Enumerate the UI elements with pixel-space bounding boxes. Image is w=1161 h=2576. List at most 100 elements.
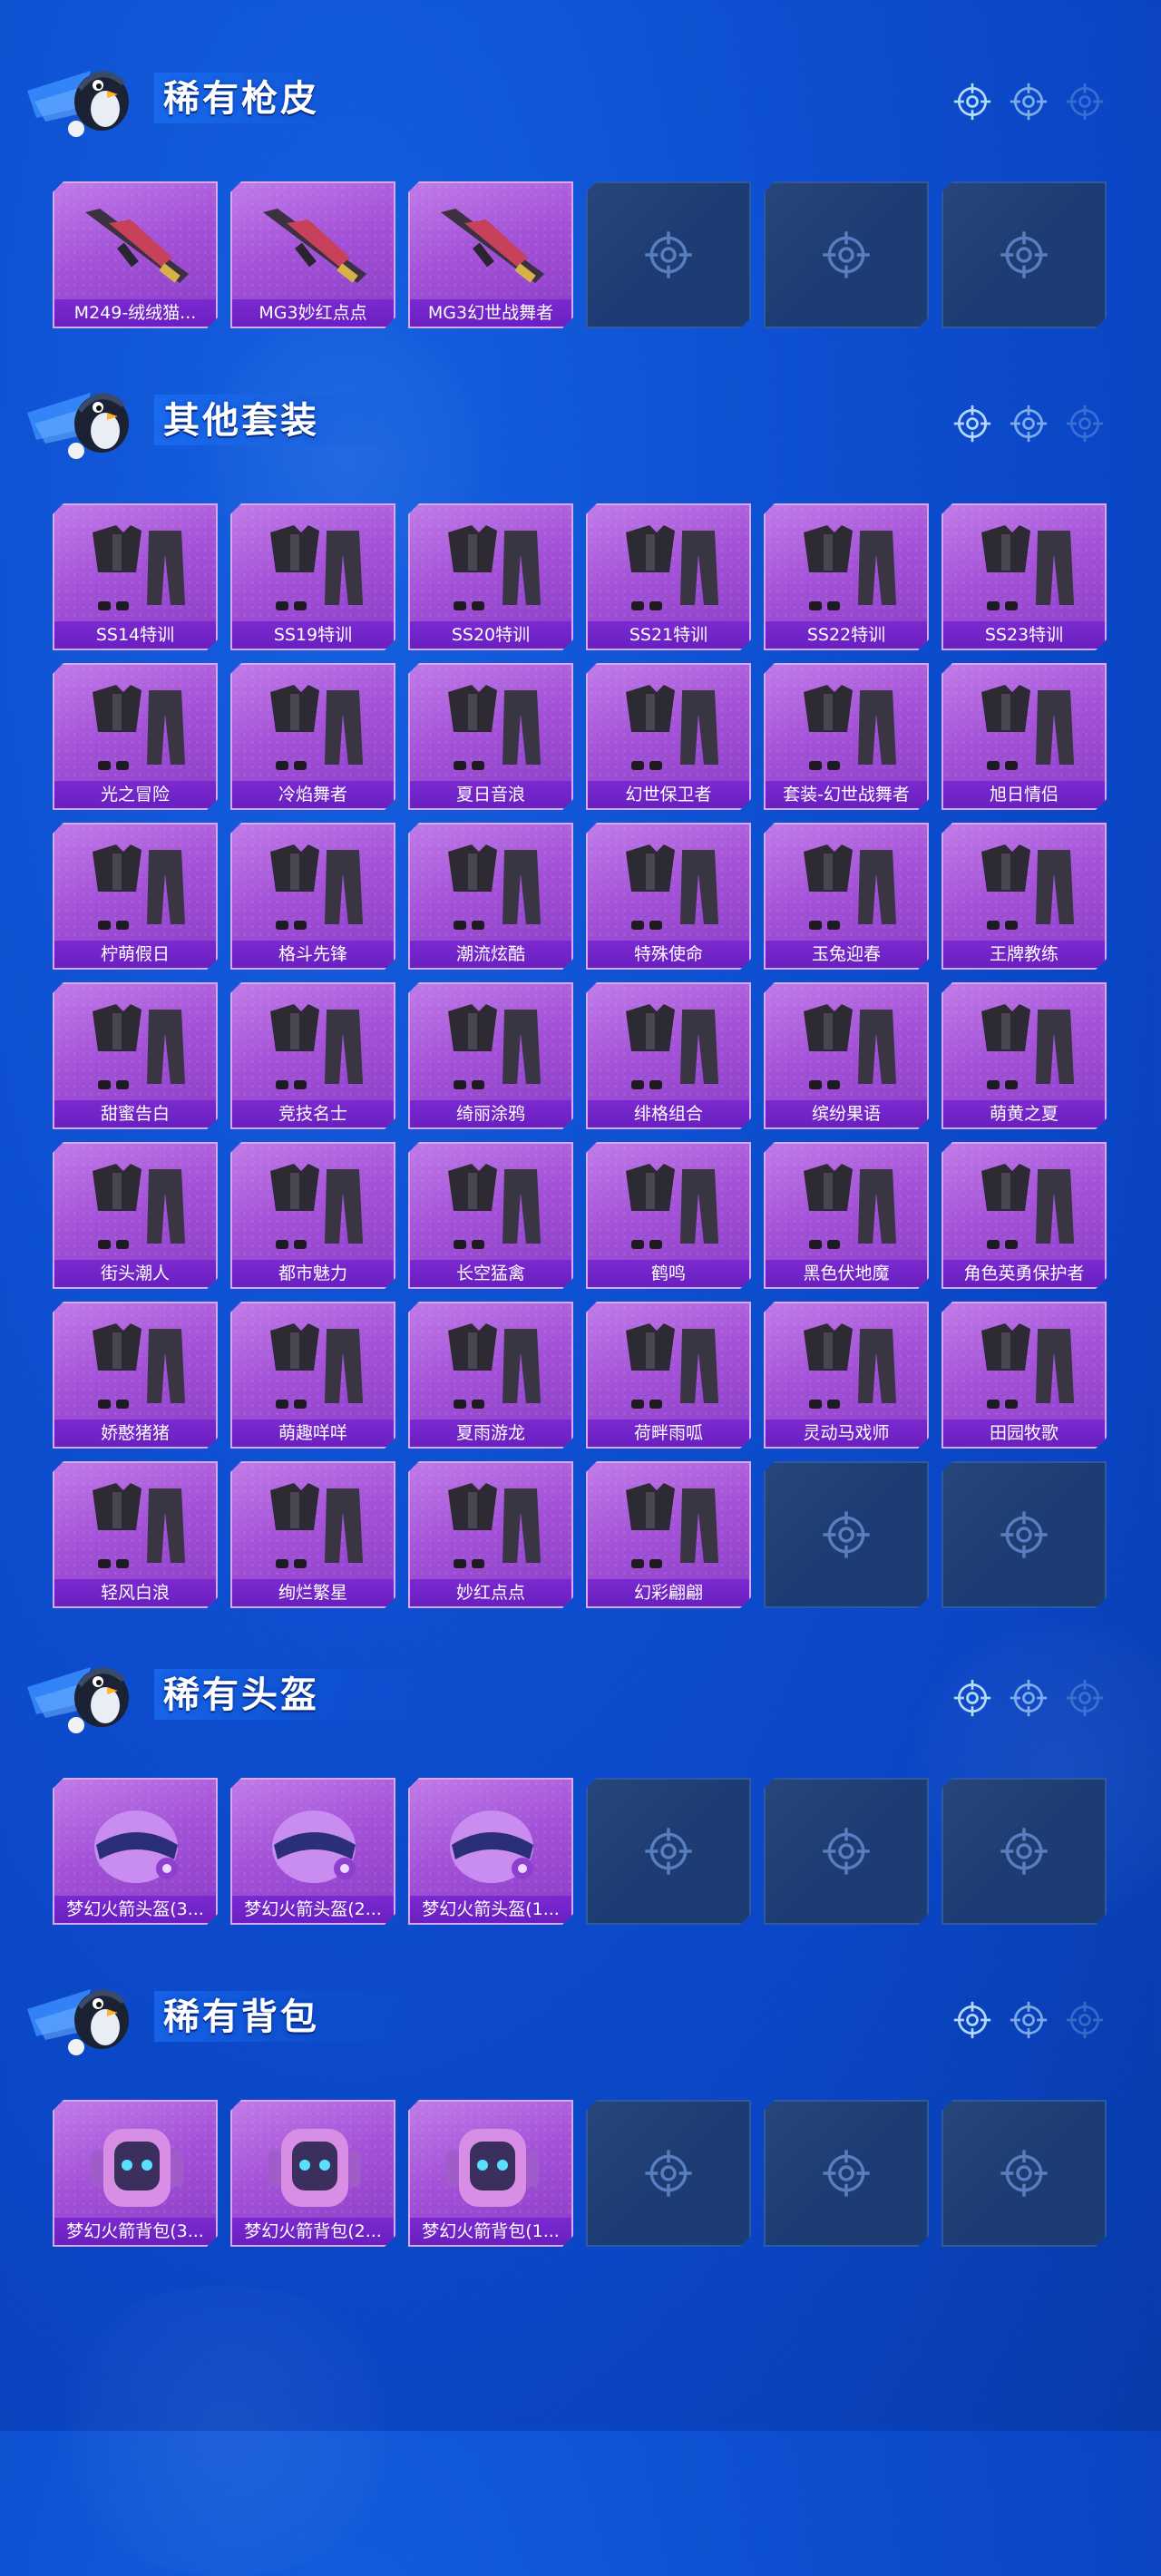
item-tile[interactable]: 绚烂繁星: [230, 1461, 395, 1608]
outfit-icon: [606, 837, 735, 939]
item-label: 梦幻火箭背包(1...: [410, 2218, 571, 2245]
item-label: 灵动马戏师: [766, 1420, 927, 1447]
empty-item-slot: [586, 2100, 751, 2247]
outfit-icon: [73, 1476, 201, 1577]
item-tile[interactable]: 都市魅力: [230, 1142, 395, 1289]
outfit-icon: [606, 518, 735, 620]
item-tile[interactable]: 梦幻火箭头盔(1...: [408, 1778, 573, 1925]
item-tile[interactable]: SS19特训: [230, 503, 395, 650]
outfit-icon: [428, 678, 557, 779]
item-tile[interactable]: 绮丽涂鸦: [408, 982, 573, 1129]
item-tile[interactable]: 梦幻火箭背包(3...: [53, 2100, 218, 2247]
item-tile[interactable]: 角色英勇保护者: [941, 1142, 1107, 1289]
item-label: 娇憨猪猪: [54, 1420, 216, 1447]
item-label: 妙红点点: [410, 1579, 571, 1606]
outfit-icon: [606, 1316, 735, 1418]
item-tile[interactable]: 旭日情侣: [941, 663, 1107, 810]
outfit-icon: [784, 997, 912, 1098]
item-tile[interactable]: 潮流炫酷: [408, 823, 573, 970]
item-tile[interactable]: 鹤鸣: [586, 1142, 751, 1289]
penguin-mascot-icon: [27, 71, 129, 137]
item-tile[interactable]: 幻世保卫者: [586, 663, 751, 810]
item-tile[interactable]: SS14特训: [53, 503, 218, 650]
item-tile[interactable]: MG3幻世战舞者: [408, 181, 573, 328]
item-tile[interactable]: SS21特训: [586, 503, 751, 650]
outfit-icon: [428, 1156, 557, 1258]
crosshair-icon: [1010, 2001, 1048, 2039]
item-tile[interactable]: 柠萌假日: [53, 823, 218, 970]
item-tile[interactable]: 梦幻火箭背包(2...: [230, 2100, 395, 2247]
backpack-icon: [73, 2114, 201, 2216]
item-tile[interactable]: 竞技名士: [230, 982, 395, 1129]
item-tile[interactable]: 荷畔雨呱: [586, 1302, 751, 1449]
empty-item-slot: [586, 181, 751, 328]
item-tile[interactable]: SS22特训: [764, 503, 929, 650]
item-tile[interactable]: 萌趣咩咩: [230, 1302, 395, 1449]
item-label: 玉兔迎春: [766, 941, 927, 968]
penguin-mascot-icon: [27, 1989, 129, 2055]
item-tile[interactable]: 夏日音浪: [408, 663, 573, 810]
item-tile[interactable]: 王牌教练: [941, 823, 1107, 970]
item-tile[interactable]: 梦幻火箭头盔(3...: [53, 1778, 218, 1925]
item-tile[interactable]: 长空猛禽: [408, 1142, 573, 1289]
helmet-icon: [73, 1792, 201, 1894]
item-tile[interactable]: 冷焰舞者: [230, 663, 395, 810]
item-label: 冷焰舞者: [232, 781, 394, 808]
section-title: 稀有背包: [163, 1996, 319, 2038]
crosshair-icon: [643, 2148, 694, 2199]
item-label: 都市魅力: [232, 1260, 394, 1287]
item-tile[interactable]: 特殊使命: [586, 823, 751, 970]
penguin-mascot-icon: [27, 1667, 129, 1733]
item-tile[interactable]: SS20特训: [408, 503, 573, 650]
item-tile[interactable]: 绯格组合: [586, 982, 751, 1129]
outfit-icon: [784, 1316, 912, 1418]
item-tile[interactable]: 灵动马戏师: [764, 1302, 929, 1449]
item-label: 黑色伏地魔: [766, 1260, 927, 1287]
item-tile[interactable]: SS23特训: [941, 503, 1107, 650]
item-tile[interactable]: 幻彩翩翩: [586, 1461, 751, 1608]
item-label: 幻彩翩翩: [588, 1579, 749, 1606]
outfit-icon: [606, 1156, 735, 1258]
item-tile[interactable]: 街头潮人: [53, 1142, 218, 1289]
crosshair-icon: [953, 2001, 991, 2039]
item-tile[interactable]: 轻风白浪: [53, 1461, 218, 1608]
item-label: M249-绒绒猫...: [54, 299, 216, 327]
item-tile[interactable]: 玉兔迎春: [764, 823, 929, 970]
outfit-icon: [606, 997, 735, 1098]
empty-item-slot: [941, 1461, 1107, 1608]
item-tile[interactable]: 缤纷果语: [764, 982, 929, 1129]
item-tile[interactable]: MG3妙红点点: [230, 181, 395, 328]
gun-skin-icon: [73, 196, 201, 298]
item-tile[interactable]: 光之冒险: [53, 663, 218, 810]
item-tile[interactable]: 妙红点点: [408, 1461, 573, 1608]
item-tile[interactable]: 萌黄之夏: [941, 982, 1107, 1129]
item-label: SS20特训: [410, 621, 571, 649]
item-label: 荷畔雨呱: [588, 1420, 749, 1447]
item-label: SS22特训: [766, 621, 927, 649]
item-tile[interactable]: 田园牧歌: [941, 1302, 1107, 1449]
item-tile[interactable]: 梦幻火箭背包(1...: [408, 2100, 573, 2247]
empty-item-slot: [764, 181, 929, 328]
section-header: 稀有背包: [27, 1964, 426, 2064]
item-tile[interactable]: 夏雨游龙: [408, 1302, 573, 1449]
empty-item-slot: [586, 1778, 751, 1925]
item-label: 缤纷果语: [766, 1100, 927, 1127]
outfit-icon: [73, 1156, 201, 1258]
item-tile[interactable]: 格斗先锋: [230, 823, 395, 970]
outfit-icon: [784, 678, 912, 779]
backpack-icon: [428, 2114, 557, 2216]
item-tile[interactable]: M249-绒绒猫...: [53, 181, 218, 328]
item-tile[interactable]: 套装-幻世战舞者: [764, 663, 929, 810]
item-tile[interactable]: 甜蜜告白: [53, 982, 218, 1129]
section-header: 稀有头盔: [27, 1642, 426, 1742]
crosshair-icon: [643, 229, 694, 280]
item-tile[interactable]: 娇憨猪猪: [53, 1302, 218, 1449]
empty-item-slot: [941, 1778, 1107, 1925]
crosshair-icon: [1066, 83, 1104, 121]
item-tile[interactable]: 黑色伏地魔: [764, 1142, 929, 1289]
item-tile[interactable]: 梦幻火箭头盔(2...: [230, 1778, 395, 1925]
outfit-icon: [961, 837, 1090, 939]
item-label: 光之冒险: [54, 781, 216, 808]
outfit-icon: [784, 518, 912, 620]
crosshair-icon: [999, 1826, 1049, 1877]
